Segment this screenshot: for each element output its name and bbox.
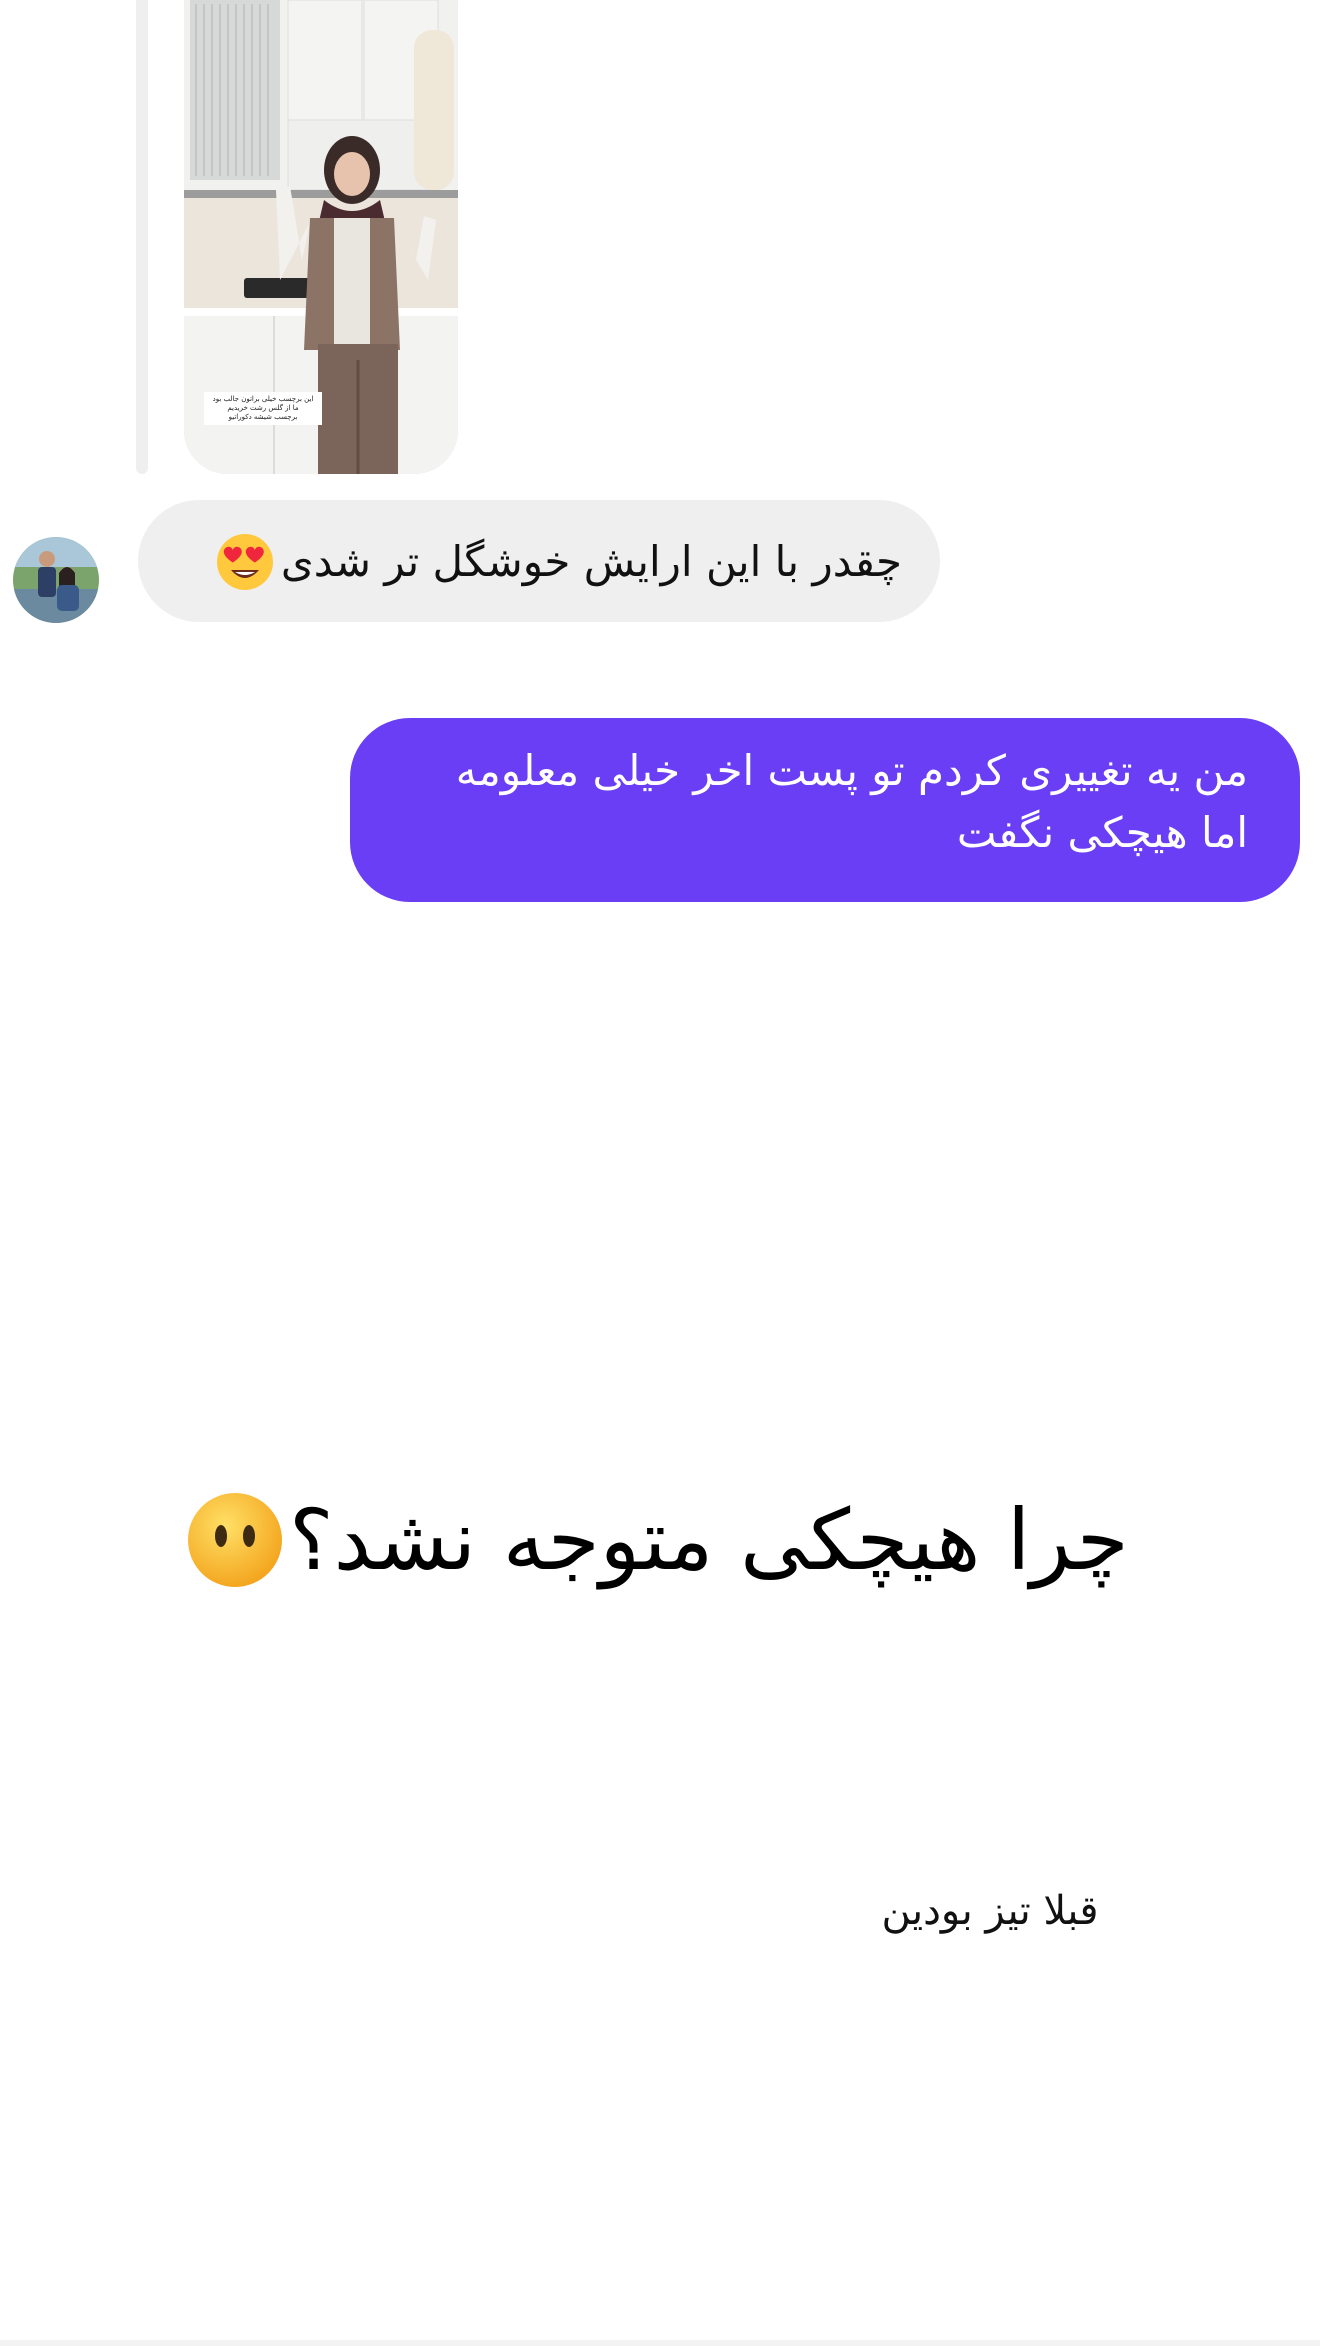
post-caption-line: برچسب شیشه دکوراتیو [228, 413, 298, 421]
face-without-mouth-emoji-icon [188, 1493, 282, 1587]
outgoing-message-line: من یه تغییری کردم تو پست اخر خیلی معلومه [455, 746, 1248, 795]
outgoing-message-bubble[interactable]: من یه تغییری کردم تو پست اخر خیلی معلومه… [350, 718, 1300, 902]
overlay-headline: چرا هیچکی متوجه نشد؟ [185, 1480, 1145, 1600]
sender-avatar[interactable] [13, 537, 99, 623]
heart-eyes-emoji-icon [216, 534, 273, 590]
overlay-headline-text: چرا هیچکی متوجه نشد؟ [289, 1491, 1129, 1589]
post-caption-line: ما از گلس رشت خریدیم [227, 404, 299, 412]
incoming-message-bubble[interactable]: چقدر با این ارایش خوشگل تر شدی [138, 500, 940, 622]
shared-post-thumbnail[interactable]: این برچسب خیلی براتون جالب بود ما از گلس… [184, 0, 458, 474]
chat-screen: این برچسب خیلی براتون جالب بود ما از گلس… [0, 0, 1320, 2346]
post-caption-line: این برچسب خیلی براتون جالب بود [212, 395, 314, 403]
post-caption: این برچسب خیلی براتون جالب بود ما از گلس… [204, 392, 322, 425]
overlay-subline: قبلا تیز بودین [881, 1888, 1099, 1934]
bottom-divider [0, 2340, 1320, 2346]
avatar-image [13, 537, 99, 623]
outgoing-message-line: اما هیچکی نگفت [956, 808, 1248, 857]
reply-indicator-line [136, 0, 148, 474]
incoming-message-text: چقدر با این ارایش خوشگل تر شدی [280, 536, 902, 586]
